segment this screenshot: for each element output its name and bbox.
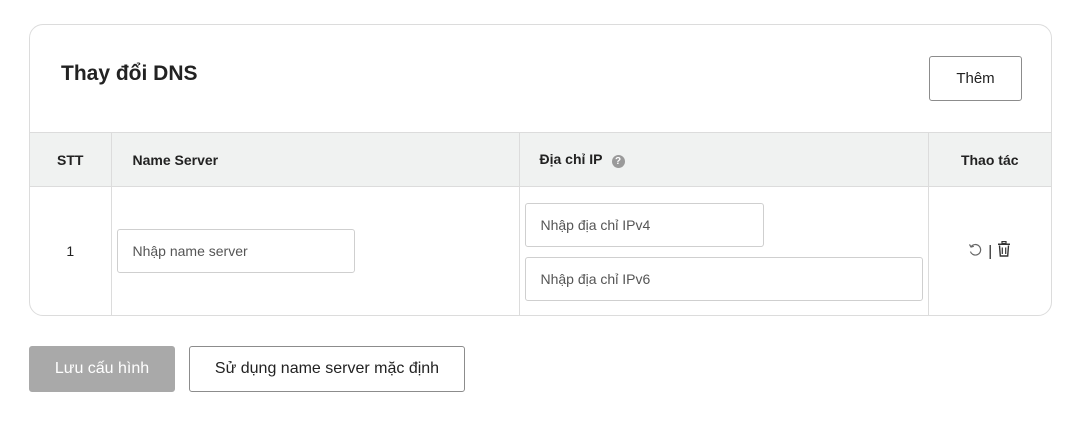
- trash-icon[interactable]: [997, 241, 1011, 261]
- save-config-button[interactable]: Lưu cấu hình: [29, 346, 175, 392]
- undo-icon[interactable]: [968, 242, 983, 261]
- name-server-input[interactable]: [116, 229, 355, 274]
- help-icon[interactable]: ?: [611, 155, 625, 168]
- dns-table: STT Name Server Địa chỉ IP? Thao tác 1 N…: [30, 132, 1051, 316]
- header-stt: STT: [30, 132, 112, 187]
- header-ip-label: Địa chỉ IP: [539, 151, 603, 167]
- row-stt: 1: [30, 186, 112, 315]
- card-title: Thay đổi DNS: [61, 62, 198, 85]
- ip-cell: [519, 186, 929, 315]
- ipv6-input[interactable]: [524, 256, 923, 301]
- name-server-cell: [111, 186, 520, 315]
- header-actions: Thao tác: [928, 132, 1051, 187]
- action-separator: |: [988, 242, 993, 260]
- dns-card: Thay đổi DNS Thêm STT Name Server Địa ch…: [29, 24, 1052, 316]
- actions-cell: |: [928, 187, 1051, 316]
- header-name-server: Name Server: [111, 132, 520, 187]
- table-header-row: STT Name Server Địa chỉ IP? Thao tác: [30, 132, 1051, 187]
- card-header: Thay đổi DNS Thêm: [30, 25, 1051, 132]
- table-row: 1 |: [30, 186, 1051, 316]
- ipv4-input[interactable]: [524, 202, 764, 247]
- header-ip: Địa chỉ IP?: [519, 132, 929, 187]
- add-button[interactable]: Thêm: [929, 56, 1022, 101]
- use-default-name-server-button[interactable]: Sử dụng name server mặc định: [189, 346, 465, 392]
